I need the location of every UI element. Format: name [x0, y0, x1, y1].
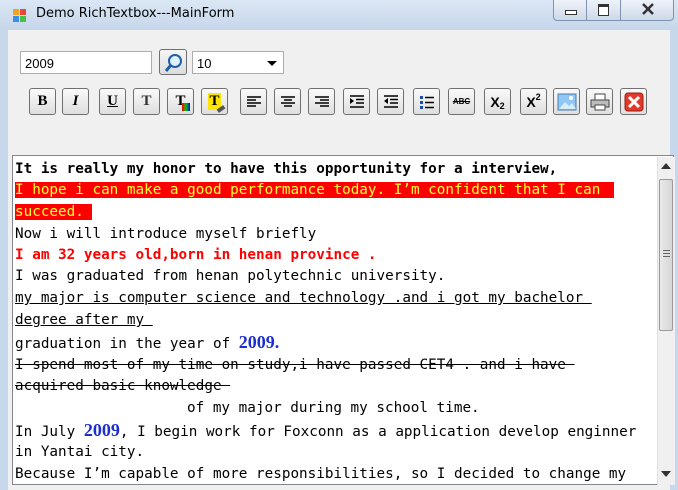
align-center-button[interactable]: [274, 88, 301, 115]
text-color-button[interactable]: T: [167, 88, 194, 115]
text-line: succeed.: [15, 202, 92, 222]
main-window: Demo RichTextbox---MainForm 2009 10 B I …: [0, 0, 678, 490]
close-doc-button[interactable]: [620, 88, 647, 115]
text-run: graduation in the year of: [15, 336, 239, 352]
insert-image-button[interactable]: [553, 88, 580, 115]
maximize-button[interactable]: [586, 0, 621, 21]
font-size-select[interactable]: 10: [192, 51, 284, 74]
print-button[interactable]: [586, 88, 613, 115]
align-left-icon: [246, 95, 262, 109]
text-line: degree after my: [15, 312, 153, 328]
minimize-icon: [565, 10, 577, 15]
minimize-button[interactable]: [553, 0, 587, 21]
text-run: .: [274, 332, 280, 352]
underline-button[interactable]: U: [99, 88, 126, 115]
grip-line: [663, 253, 670, 254]
text-line: acquired basic knowledge: [15, 378, 231, 394]
superscript-digit: 2: [535, 91, 541, 102]
window-title: Demo RichTextbox---MainForm: [36, 6, 235, 21]
scroll-up-icon[interactable]: [661, 163, 671, 169]
magnifier-icon: [164, 53, 184, 77]
strikeout-button[interactable]: T: [133, 88, 160, 115]
close-icon: [641, 1, 655, 20]
text-line: I hope i can make a good performance tod…: [15, 180, 615, 200]
text-line: I spend most of my time on study,i have …: [15, 357, 575, 373]
font-name-input[interactable]: 2009: [20, 51, 152, 74]
indent-button[interactable]: [343, 88, 370, 115]
image-icon: [557, 93, 577, 111]
subscript-button[interactable]: X2: [484, 88, 511, 115]
text-line: graduation in the year of 2009.: [15, 332, 279, 354]
bold-button[interactable]: B: [29, 88, 56, 115]
text-line: It is really my honor to have this oppor…: [15, 161, 558, 177]
align-left-button[interactable]: [240, 88, 267, 115]
subscript-label: X: [490, 93, 500, 110]
spellcheck-label: ABC: [452, 97, 471, 106]
font-size-value: 10: [197, 56, 212, 71]
bullets-button[interactable]: [413, 88, 440, 115]
year-text: 2009: [83, 420, 120, 440]
text-line: In July 2009, I begin work for Foxconn a…: [15, 420, 636, 442]
chevron-down-icon: [267, 61, 277, 66]
highlighted-text: I hope i can make a good performance tod…: [15, 182, 615, 198]
text-line: my major is computer science and technol…: [15, 290, 592, 306]
align-right-button[interactable]: [308, 88, 335, 115]
superscript-label: X: [526, 93, 536, 110]
printer-icon: [590, 93, 610, 111]
italic-button[interactable]: I: [62, 88, 89, 115]
text-run: In July: [15, 424, 84, 440]
text-run: , I begin work for Foxconn as a applicat…: [119, 424, 637, 440]
scroll-down-icon[interactable]: [661, 471, 671, 477]
text-line: Because I’m capable of more responsibili…: [15, 466, 627, 482]
highlighted-text: succeed.: [15, 204, 92, 220]
year-text: 2009: [238, 332, 275, 352]
scroll-thumb[interactable]: [659, 179, 673, 331]
align-center-icon: [280, 95, 296, 109]
maximize-icon: [598, 4, 609, 16]
bullet-list-icon: [419, 94, 435, 110]
close-button[interactable]: [620, 0, 674, 21]
subscript-digit: 2: [499, 100, 505, 111]
app-window-icon: [12, 8, 28, 24]
text-line: of my major during my school time.: [187, 400, 480, 416]
align-right-icon: [314, 95, 330, 109]
text-line: I am 32 years old,born in henan province…: [15, 247, 377, 263]
text-line: Now i will introduce myself briefly: [15, 226, 317, 242]
bold-label: B: [37, 93, 48, 109]
title-bar[interactable]: Demo RichTextbox---MainForm: [0, 0, 678, 30]
window-frame-left: [0, 30, 8, 490]
text-line: I was graduated from henan polytechnic u…: [15, 268, 446, 284]
grip-line: [663, 250, 670, 251]
superscript-button[interactable]: X2: [520, 88, 547, 115]
outdent-button[interactable]: [377, 88, 404, 115]
outdent-icon: [383, 94, 399, 109]
red-x-icon: [624, 92, 644, 112]
color-palette-icon: [182, 103, 190, 111]
vertical-scrollbar[interactable]: [657, 157, 675, 485]
strikeout-label: T: [141, 93, 152, 109]
italic-label: I: [72, 93, 79, 109]
grip-line: [663, 256, 670, 257]
spellcheck-button[interactable]: ABC: [448, 88, 475, 115]
underline-label: U: [107, 93, 118, 109]
highlight-button[interactable]: T: [201, 88, 228, 115]
text-line: in Yantai city.: [15, 444, 145, 460]
indent-icon: [349, 94, 365, 109]
rich-text-editor[interactable]: It is really my honor to have this oppor…: [12, 155, 674, 485]
find-button[interactable]: [159, 49, 187, 75]
